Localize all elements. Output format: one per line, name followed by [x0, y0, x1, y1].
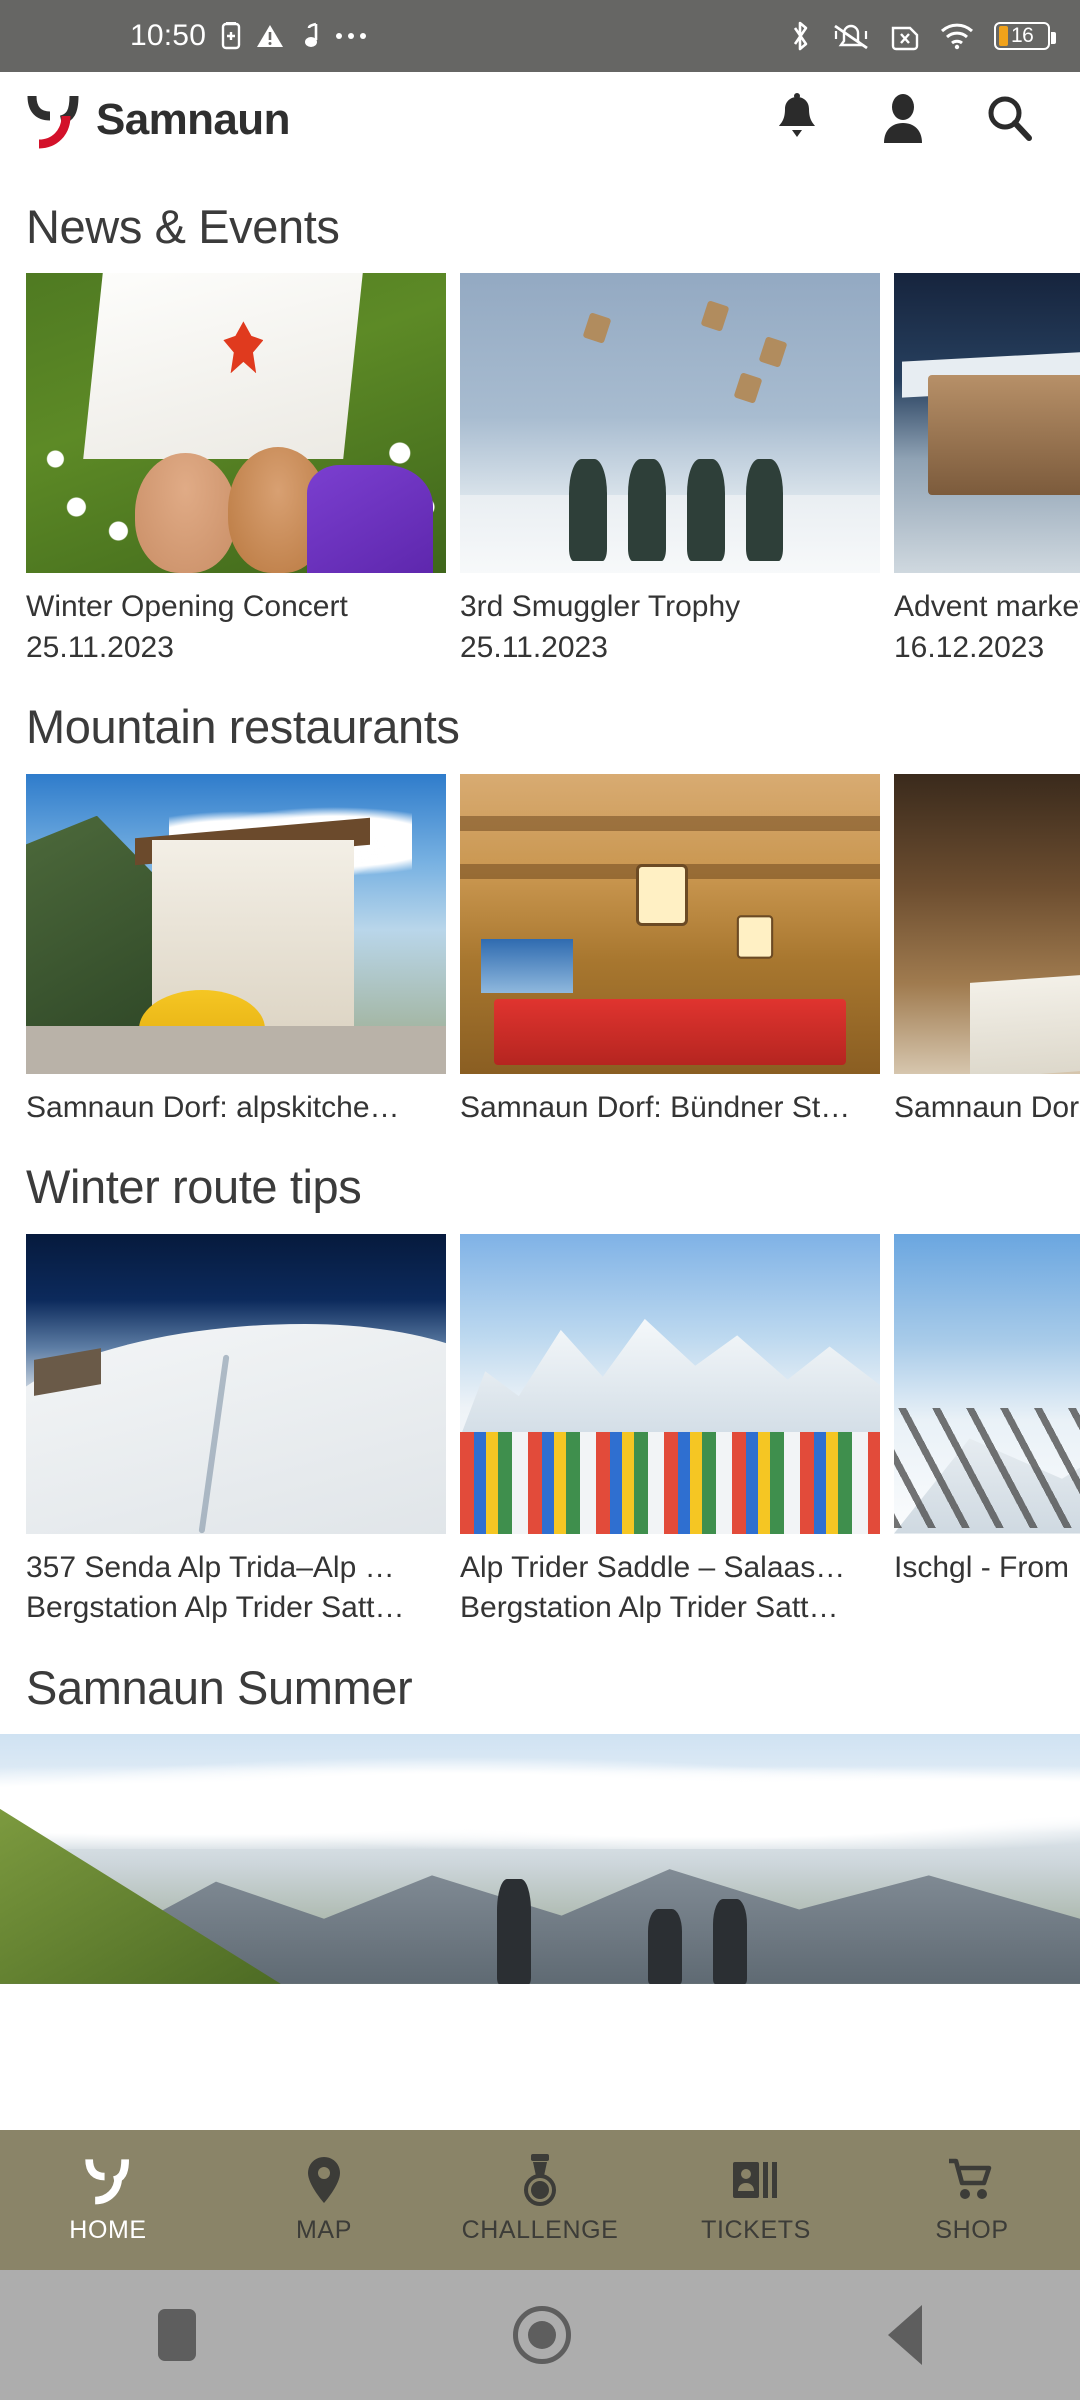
more-dots-icon [336, 33, 367, 39]
tab-shop[interactable]: SHOP [864, 2155, 1080, 2245]
card-row-news[interactable]: Winter Opening Concert 25.11.2023 3rd Sm… [0, 273, 1080, 668]
card-caption: Advent market 16.12.2023 [894, 573, 1080, 668]
card-image [894, 1233, 1080, 1534]
card-title: Winter Opening Concert [26, 590, 348, 624]
card-caption: Alp Trider Saddle – Salaas… Bergstation … [460, 1534, 880, 1629]
shopping-cart-icon [948, 2155, 996, 2205]
samnaun-logo-icon [84, 2155, 132, 2205]
card-caption: Samnaun Dorf: alpskitche… [26, 1074, 446, 1129]
tab-label: TICKETS [701, 2216, 811, 2244]
card-title: Samnaun Dorf: Bündner St… [460, 1090, 851, 1124]
account-icon[interactable] [882, 93, 924, 148]
home-button[interactable] [512, 2306, 571, 2364]
route-card[interactable]: 357 Senda Alp Trida–Alp … Bergstation Al… [26, 1233, 446, 1629]
section-title-routes: Winter route tips [26, 1160, 362, 1214]
sim-card-icon [221, 22, 241, 50]
bottom-tab-bar: HOME MAP CHALLENGE TICKETS SHOP [0, 2130, 1080, 2270]
wifi-icon [940, 23, 974, 50]
battery-icon: 16 [994, 22, 1056, 50]
section-title-news: News & Events [26, 200, 340, 253]
tab-tickets[interactable]: TICKETS [648, 2155, 864, 2245]
news-card[interactable]: 3rd Smuggler Trophy 25.11.2023 [460, 273, 880, 668]
map-pin-icon [304, 2155, 344, 2205]
section-title-summer: Samnaun Summer [26, 1660, 413, 1714]
card-image [26, 773, 446, 1074]
samnaun-summer-banner[interactable] [0, 1733, 1080, 1984]
battery-percent: 16 [1011, 24, 1034, 47]
restaurant-card[interactable]: Samnaun Dorf: alpskitche… [26, 773, 446, 1129]
news-card[interactable]: Advent market 16.12.2023 [894, 273, 1080, 668]
notifications-icon[interactable] [774, 92, 820, 148]
card-subtitle: 16.12.2023 [894, 630, 1045, 664]
card-row-restaurants[interactable]: Samnaun Dorf: alpskitche… Samnaun Dorf: … [0, 773, 1080, 1129]
card-row-routes[interactable]: 357 Senda Alp Trida–Alp … Bergstation Al… [0, 1233, 1080, 1629]
card-title: Samnaun Dorf: alpskitche… [26, 1090, 400, 1124]
card-title: Samnaun Dor [894, 1090, 1080, 1124]
card-image [460, 273, 880, 574]
card-image [26, 1233, 446, 1534]
vibrate-off-icon [834, 24, 868, 50]
card-title: 3rd Smuggler Trophy [460, 590, 741, 624]
tab-label: HOME [69, 2216, 147, 2244]
medal-icon [518, 2154, 562, 2206]
sim-x-icon [891, 26, 919, 51]
bluetooth-icon [793, 21, 808, 51]
android-nav-bar [0, 2270, 1080, 2400]
card-subtitle: Bergstation Alp Trider Satt… [26, 1591, 405, 1625]
warning-triangle-icon [257, 25, 284, 47]
card-title: 357 Senda Alp Trida–Alp … [26, 1550, 395, 1584]
brand-logo[interactable]: Samnaun [26, 91, 290, 149]
card-caption: 3rd Smuggler Trophy 25.11.2023 [460, 573, 880, 668]
card-image [26, 273, 446, 574]
tab-label: MAP [296, 2216, 352, 2244]
card-image [460, 1233, 880, 1534]
card-image [460, 773, 880, 1074]
tab-label: CHALLENGE [461, 2216, 619, 2244]
search-icon[interactable] [986, 94, 1034, 147]
app-header-actions [774, 92, 1034, 148]
card-caption: Winter Opening Concert 25.11.2023 [26, 573, 446, 668]
card-title: Alp Trider Saddle – Salaas… [460, 1550, 846, 1584]
home-scroll-content[interactable]: News & Events Winter Opening Concert 25.… [0, 168, 1080, 2068]
card-image [894, 273, 1080, 574]
tab-home[interactable]: HOME [0, 2155, 216, 2245]
ticket-card-icon [733, 2155, 779, 2205]
status-right-cluster: 16 [788, 19, 1056, 53]
status-time: 10:50 [130, 19, 207, 52]
card-caption: 357 Senda Alp Trida–Alp … Bergstation Al… [26, 1534, 446, 1629]
back-button[interactable] [887, 2305, 922, 2365]
card-subtitle: Bergstation Alp Trider Satt… [460, 1591, 839, 1625]
card-caption: Ischgl - From [894, 1534, 1080, 1589]
status-left-cluster: 10:50 [130, 19, 368, 53]
card-subtitle: 25.11.2023 [460, 630, 608, 664]
samnaun-logo-icon [26, 91, 82, 149]
card-title: Advent market [894, 590, 1080, 624]
tab-map[interactable]: MAP [216, 2155, 432, 2245]
card-caption: Samnaun Dor [894, 1074, 1080, 1129]
music-note-icon [305, 22, 318, 47]
android-status-bar: 10:50 16 [0, 0, 1080, 72]
card-image [894, 773, 1080, 1074]
restaurant-card[interactable]: Samnaun Dor [894, 773, 1080, 1129]
card-title: Ischgl - From [894, 1550, 1070, 1584]
card-subtitle: 25.11.2023 [26, 630, 174, 664]
tab-label: SHOP [935, 2216, 1009, 2244]
brand-wordmark: Samnaun [96, 95, 290, 144]
news-card[interactable]: Winter Opening Concert 25.11.2023 [26, 273, 446, 668]
restaurant-card[interactable]: Samnaun Dorf: Bündner St… [460, 773, 880, 1129]
recent-apps-button[interactable] [158, 2309, 197, 2361]
card-caption: Samnaun Dorf: Bündner St… [460, 1074, 880, 1129]
route-card[interactable]: Alp Trider Saddle – Salaas… Bergstation … [460, 1233, 880, 1629]
tab-challenge[interactable]: CHALLENGE [432, 2154, 648, 2245]
route-card[interactable]: Ischgl - From [894, 1233, 1080, 1629]
app-header: Samnaun [0, 72, 1080, 168]
section-title-restaurants: Mountain restaurants [26, 700, 460, 754]
